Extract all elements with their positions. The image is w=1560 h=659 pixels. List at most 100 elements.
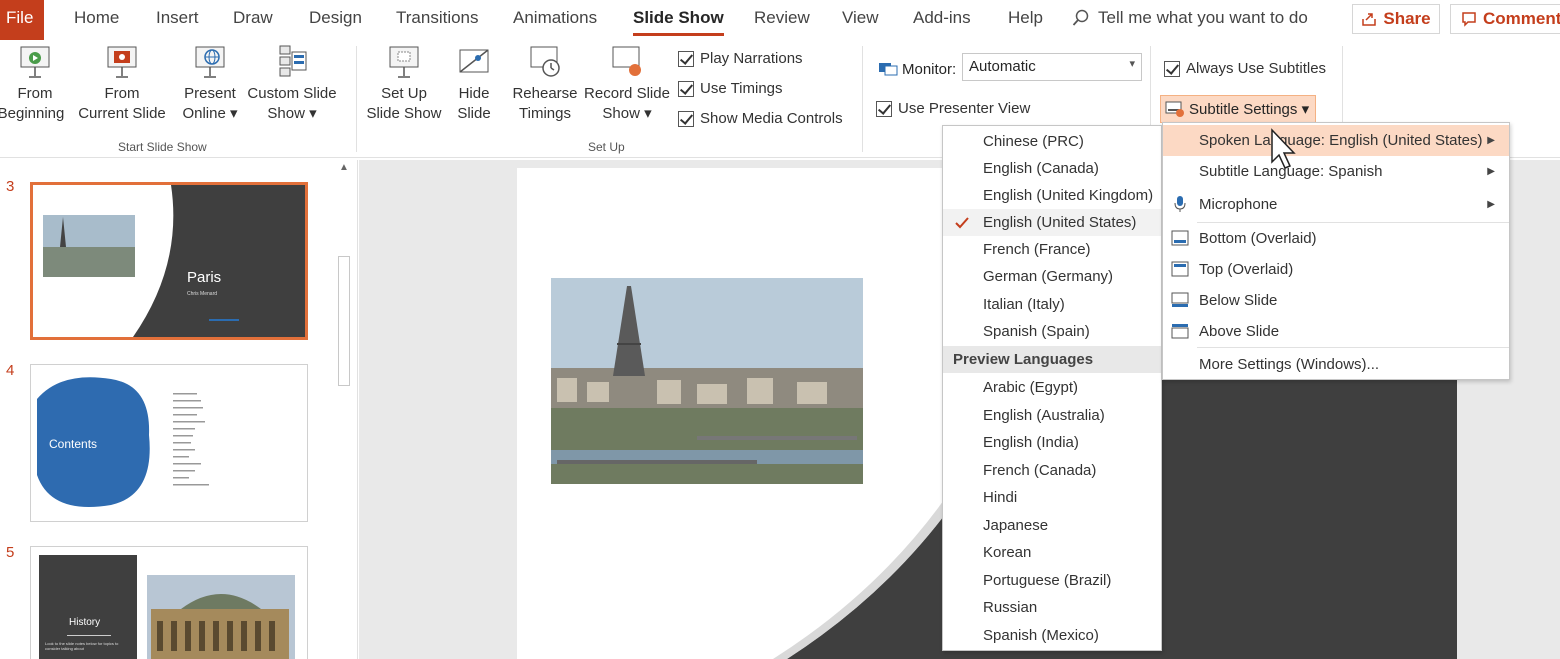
from-beginning-button[interactable]: From Beginning [0, 44, 70, 124]
microphone-icon [1174, 196, 1186, 212]
tell-me-search[interactable]: Tell me what you want to do [1072, 8, 1308, 28]
slide-thumbnail-3[interactable]: Paris Chris Menard [30, 182, 308, 340]
slide-number: 5 [6, 544, 15, 561]
thumb-history-title: History [69, 617, 101, 628]
preview-languages-header: Preview Languages [943, 346, 1161, 373]
projector-current-icon [107, 46, 137, 78]
checkbox-checked-icon [678, 50, 694, 67]
set-up-slide-show-button[interactable]: Set Up Slide Show [364, 44, 444, 124]
language-option[interactable]: Portuguese (Brazil) [943, 567, 1161, 594]
play-narrations-label: Play Narrations [700, 50, 803, 67]
checkbox-checked-icon [678, 110, 694, 127]
always-use-subtitles-checkbox[interactable]: Always Use Subtitles [1164, 60, 1326, 77]
menu-separator [1197, 347, 1509, 348]
slide-thumbnail-4[interactable]: Contents [30, 364, 308, 522]
language-option[interactable]: English (Canada) [943, 155, 1161, 182]
subtitle-settings-button[interactable]: Subtitle Settings ▾ [1160, 95, 1316, 123]
language-option[interactable]: German (Germany) [943, 263, 1161, 290]
tab-file[interactable]: File [0, 0, 44, 40]
record-icon [612, 46, 641, 76]
slide-thumbnail-pane: 3 Paris Chris Menard 4 Contents 5 Histor… [0, 160, 358, 659]
microphone-menu-item[interactable]: Microphone ▶ [1163, 189, 1509, 220]
tab-view[interactable]: View [842, 8, 879, 28]
scroll-up-arrow-icon[interactable]: ▲ [337, 162, 351, 178]
language-option-selected[interactable]: English (United States) [943, 209, 1161, 236]
chevron-right-icon: ▶ [1487, 135, 1495, 146]
rehearse-timings-button[interactable]: Rehearse Timings [510, 44, 580, 124]
hide-slide-button[interactable]: Hide Slide [452, 44, 496, 124]
tab-draw[interactable]: Draw [233, 8, 273, 28]
from-beginning-label-2: Beginning [0, 105, 65, 122]
language-option[interactable]: Korean [943, 539, 1161, 566]
from-current-label-1: From [104, 85, 140, 102]
use-timings-checkbox[interactable]: Use Timings [678, 80, 783, 97]
language-option[interactable]: Chinese (PRC) [943, 128, 1161, 155]
language-option[interactable]: Spanish (Spain) [943, 318, 1161, 345]
share-button[interactable]: Share [1352, 4, 1440, 34]
language-option[interactable]: English (Australia) [943, 402, 1161, 429]
use-presenter-view-checkbox[interactable]: Use Presenter View [876, 100, 1030, 117]
tab-review[interactable]: Review [754, 8, 810, 28]
comments-button[interactable]: Comments [1450, 4, 1560, 34]
more-settings-menu-item[interactable]: More Settings (Windows)... [1163, 349, 1509, 380]
ribbon-separator [356, 46, 357, 152]
below-slide-menu-item[interactable]: Below Slide [1163, 285, 1509, 316]
present-online-button[interactable]: Present Online ▾ [182, 44, 238, 124]
play-narrations-checkbox[interactable]: Play Narrations [678, 50, 803, 67]
hide-slide-label-1: Hide [458, 85, 490, 102]
from-current-label-2: Current Slide [78, 105, 166, 122]
language-option[interactable]: Russian [943, 594, 1161, 621]
ribbon-tab-bar: File Home Insert Draw Design Transitions… [0, 0, 1560, 40]
tab-help[interactable]: Help [1008, 8, 1043, 28]
language-option[interactable]: English (India) [943, 429, 1161, 456]
language-option[interactable]: Arabic (Egypt) [943, 374, 1161, 401]
language-option[interactable]: Italian (Italy) [943, 291, 1161, 318]
top-overlaid-menu-item[interactable]: Top (Overlaid) [1163, 254, 1509, 285]
spoken-language-label: Spoken Language: English (United States) [1199, 132, 1483, 149]
setup-show-label-2: Slide Show [366, 105, 442, 122]
record-slide-show-button[interactable]: Record Slide Show ▾ [582, 44, 672, 124]
language-option[interactable]: Spanish (Mexico) [943, 622, 1161, 649]
above-slide-menu-item[interactable]: Above Slide [1163, 316, 1509, 347]
tab-transitions[interactable]: Transitions [396, 8, 479, 28]
thumbnail-scrollbar[interactable]: ▲ [334, 162, 354, 659]
bottom-overlaid-menu-item[interactable]: Bottom (Overlaid) [1163, 223, 1509, 254]
from-current-slide-button[interactable]: From Current Slide [74, 44, 170, 124]
slide-number: 4 [6, 362, 15, 379]
thumb-history-subtitle: Look to the slide notes below for topics… [45, 641, 119, 651]
present-online-icon [195, 46, 225, 78]
show-media-label: Show Media Controls [700, 110, 843, 127]
monitor-select[interactable]: Automatic ▾ [962, 53, 1142, 81]
subtitle-language-menu-item[interactable]: Subtitle Language: Spanish ▶ [1163, 156, 1509, 187]
tab-design[interactable]: Design [309, 8, 362, 28]
custom-show-icon [279, 45, 307, 77]
language-option[interactable]: English (United Kingdom) [943, 182, 1161, 209]
present-online-label-2: Online ▾ [182, 105, 238, 122]
tab-add-ins[interactable]: Add-ins [913, 8, 971, 28]
rehearse-label-2: Timings [519, 105, 571, 122]
share-label: Share [1383, 9, 1431, 28]
subtitle-bottom-icon [1171, 230, 1189, 246]
custom-slide-show-button[interactable]: Custom Slide Show ▾ [246, 44, 338, 124]
hide-slide-label-2: Slide [457, 105, 491, 122]
language-option[interactable]: French (France) [943, 236, 1161, 263]
spoken-language-menu-item[interactable]: Spoken Language: English (United States)… [1163, 125, 1509, 156]
tab-insert[interactable]: Insert [156, 8, 199, 28]
more-settings-label: More Settings (Windows)... [1199, 356, 1380, 373]
language-option[interactable]: Hindi [943, 484, 1161, 511]
show-media-controls-checkbox[interactable]: Show Media Controls [678, 110, 843, 127]
hide-slide-icon [459, 49, 489, 73]
scrollbar-thumb[interactable] [338, 256, 350, 386]
tab-animations[interactable]: Animations [513, 8, 597, 28]
tab-slide-show[interactable]: Slide Show [633, 8, 724, 36]
microphone-label: Microphone [1199, 196, 1278, 213]
comment-icon [1462, 12, 1476, 27]
bottom-overlaid-label: Bottom (Overlaid) [1199, 230, 1317, 247]
language-option[interactable]: Japanese [943, 512, 1161, 539]
slide-thumbnail-5[interactable]: History Look to the slide notes below fo… [30, 546, 308, 659]
tab-home[interactable]: Home [74, 8, 119, 28]
language-option[interactable]: French (Canada) [943, 457, 1161, 484]
thumb-paris-subtitle: Chris Menard [187, 291, 218, 297]
setup-show-label-1: Set Up [381, 85, 427, 102]
paris-slide-thumbnail [33, 185, 305, 337]
